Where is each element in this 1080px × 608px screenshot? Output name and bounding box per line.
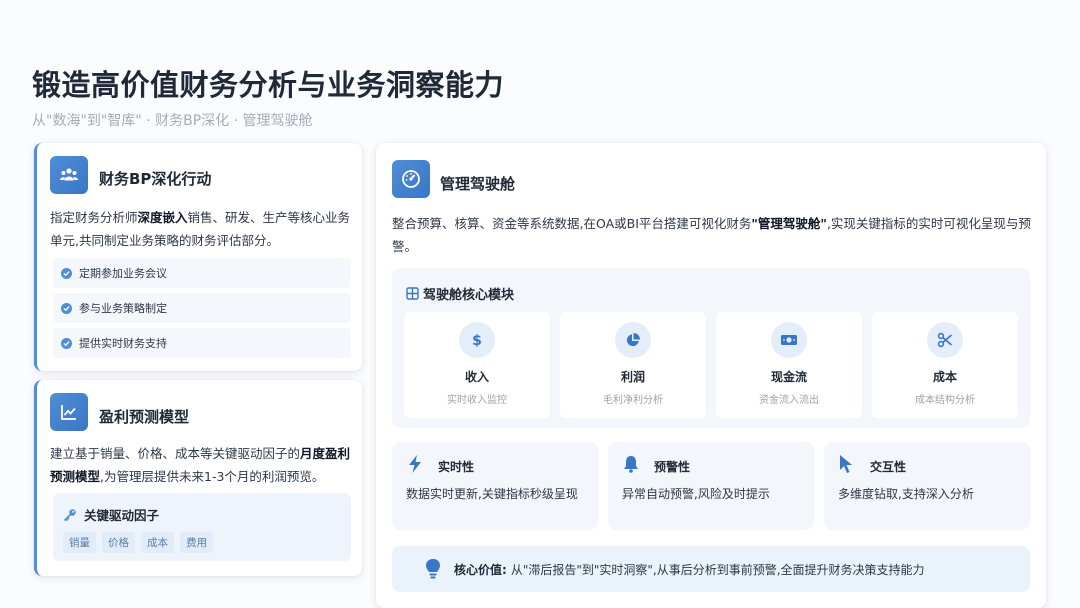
pie-chart-icon: [615, 322, 651, 358]
module-desc: 资金流入流出: [759, 395, 819, 406]
list-item: 定期参加业务会议: [53, 258, 351, 288]
module-card-cost: 成本 成本结构分析: [872, 312, 1018, 418]
page-subtitle: 从"数海"到"智库" · 财务BP深化 · 管理驾驶舱: [32, 113, 313, 129]
profit-card-description: 建立基于销量、价格、成本等关键驱动因子的月度盈利预测模型,为管理层提供未来1-3…: [50, 446, 351, 484]
driver-tags: 销量 价格 成本 费用: [63, 532, 213, 553]
bp-card-title: 财务BP深化行动: [99, 170, 212, 188]
driver-tag: 费用: [180, 532, 213, 553]
feature-name: 交互性: [870, 460, 907, 474]
driver-tag: 销量: [63, 532, 96, 553]
bp-card: 财务BP深化行动 指定财务分析师深度嵌入销售、研发、生产等核心业务单元,共同制定…: [34, 143, 362, 371]
list-item: 参与业务策略制定: [53, 293, 351, 323]
feature-desc: 多维度钻取,支持深入分析: [838, 487, 974, 501]
check-circle-icon: [61, 337, 72, 349]
feature-desc: 异常自动预警,风险及时提示: [622, 487, 770, 501]
bell-icon: [622, 454, 642, 474]
list-item-label: 参与业务策略制定: [79, 302, 167, 315]
module-desc: 毛利净利分析: [603, 395, 663, 406]
list-item: 提供实时财务支持: [53, 328, 351, 358]
line-chart-icon: [50, 393, 88, 431]
pointer-icon: [838, 454, 858, 474]
module-card-profit: 利润 毛利净利分析: [560, 312, 706, 418]
gauge-icon: [392, 160, 430, 198]
dollar-icon: $: [459, 322, 495, 358]
core-value-banner: 核心价值: 从"滞后报告"到"实时洞察",从事后分析到事前预警,全面提升财务决策…: [392, 546, 1030, 592]
feature-interactive: 交互性 多维度钻取,支持深入分析: [824, 442, 1030, 530]
list-item-label: 定期参加业务会议: [79, 267, 167, 280]
core-modules-panel: 驾驶舱核心模块 $ 收入 实时收入监控 利润 毛利净利分析 现金流 资金流入流出…: [392, 268, 1030, 428]
module-desc: 成本结构分析: [915, 395, 975, 406]
key-drivers-panel: 关键驱动因子 销量 价格 成本 费用: [53, 493, 351, 561]
driver-tag: 价格: [102, 532, 135, 553]
module-card-revenue: $ 收入 实时收入监控: [404, 312, 550, 418]
bolt-icon: [406, 454, 426, 474]
cockpit-card-description: 整合预算、核算、资金等系统数据,在OA或BI平台搭建可视化财务"管理驾驶舱",实…: [392, 216, 1031, 254]
cockpit-card-title: 管理驾驶舱: [440, 175, 516, 193]
check-circle-icon: [61, 267, 72, 279]
feature-name: 实时性: [438, 460, 475, 474]
core-value-text: 从"滞后报告"到"实时洞察",从事后分析到事前预警,全面提升财务决策支持能力: [510, 562, 925, 577]
bp-card-description: 指定财务分析师深度嵌入销售、研发、生产等核心业务单元,共同制定业务策略的财务评估…: [50, 210, 351, 248]
feature-alert: 预警性 异常自动预警,风险及时提示: [608, 442, 814, 530]
module-name: 现金流: [770, 370, 807, 384]
check-circle-icon: [61, 302, 72, 314]
module-name: 成本: [932, 370, 957, 384]
feature-name: 预警性: [654, 460, 691, 474]
module-name: 利润: [620, 370, 645, 384]
core-value-label: 核心价值:: [454, 562, 507, 577]
module-name: 收入: [464, 370, 489, 384]
team-icon: [50, 156, 88, 194]
page-title: 锻造高价值财务分析与业务洞察能力: [32, 68, 505, 102]
profit-forecast-card: 盈利预测模型 建立基于销量、价格、成本等关键驱动因子的月度盈利预测模型,为管理层…: [34, 380, 362, 576]
money-bill-icon: [771, 322, 807, 358]
feature-realtime: 实时性 数据实时更新,关键指标秒级呈现: [392, 442, 598, 530]
feature-desc: 数据实时更新,关键指标秒级呈现: [406, 487, 578, 501]
core-modules-title: 驾驶舱核心模块: [406, 284, 514, 303]
module-card-cashflow: 现金流 资金流入流出: [716, 312, 862, 418]
grid-icon: [406, 287, 419, 300]
module-desc: 实时收入监控: [447, 395, 507, 406]
cockpit-card: 管理驾驶舱 整合预算、核算、资金等系统数据,在OA或BI平台搭建可视化财务"管理…: [376, 143, 1046, 608]
bp-checklist: 定期参加业务会议 参与业务策略制定 提供实时财务支持: [53, 258, 351, 363]
list-item-label: 提供实时财务支持: [79, 337, 167, 350]
key-drivers-title: 关键驱动因子: [63, 505, 159, 524]
driver-tag: 成本: [141, 532, 174, 553]
key-icon: [63, 508, 76, 521]
scissors-icon: [927, 322, 963, 358]
profit-card-title: 盈利预测模型: [99, 408, 190, 426]
lightbulb-icon: [424, 558, 444, 580]
svg-text:$: $: [472, 333, 482, 348]
